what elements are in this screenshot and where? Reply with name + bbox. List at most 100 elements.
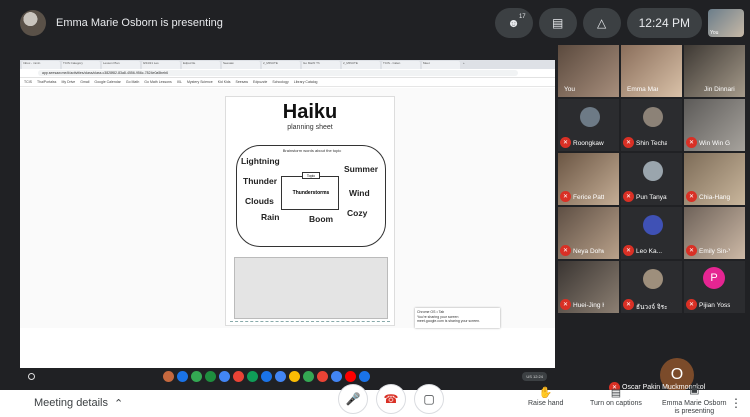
popup-line-3: meet.google.com is sharing your screen. xyxy=(417,319,481,324)
word-rain: Rain xyxy=(261,212,280,222)
screen-share-notification[interactable]: Chrome OS • Tab You're sharing your scre… xyxy=(415,308,500,328)
shelf-app-icon[interactable] xyxy=(275,371,286,382)
chat-button[interactable]: ▤ xyxy=(538,8,577,38)
camera-button[interactable]: ▢ xyxy=(414,384,444,414)
bookmark-item[interactable]: Gmail xyxy=(80,80,89,84)
self-label: You xyxy=(710,30,719,36)
bookmark-item[interactable]: IXL xyxy=(177,80,182,84)
address-text: app.seesaw.me/#/activities/class/class.c… xyxy=(38,70,518,76)
mic-off-icon: ✕ xyxy=(623,191,634,202)
gmail-icon[interactable] xyxy=(317,371,328,382)
browser-tab-strip: Inbox - mmin TCIS Category Lesson Plan 9/24… xyxy=(20,60,555,69)
participant-tile[interactable]: ✕ Roongkawin... xyxy=(558,99,619,151)
worksheet-border-decoration xyxy=(230,321,390,327)
docs-icon[interactable] xyxy=(331,371,342,382)
topic-tab: Topic xyxy=(302,172,320,179)
microphone-button[interactable]: 🎤 xyxy=(338,384,368,414)
bookmark-item[interactable]: ThaiPortalss xyxy=(37,80,56,84)
browser-tab[interactable]: 2_MINUTE xyxy=(262,61,300,69)
bookmark-item[interactable]: Edpuzzle xyxy=(253,80,267,84)
shelf-app-icon[interactable] xyxy=(247,371,258,382)
bookmark-item[interactable]: Seesaw xyxy=(236,80,248,84)
participant-tile[interactable]: You xyxy=(558,45,619,97)
mic-off-icon: ✕ xyxy=(560,245,571,256)
call-controls: 🎤 ☎ ▢ xyxy=(338,384,444,414)
bookmark-item[interactable]: Mystery Science xyxy=(187,80,213,84)
participant-initial: P xyxy=(703,267,725,289)
participant-tile[interactable]: ✕ Emily Sin-Yu... xyxy=(684,207,745,259)
shelf-app-icon[interactable] xyxy=(233,371,244,382)
participant-tile[interactable]: ✕ Ferice Pattar... xyxy=(558,153,619,205)
shelf-app-icon[interactable] xyxy=(289,371,300,382)
bookmark-item[interactable]: Library Catalog xyxy=(294,80,318,84)
participant-name: Huei-Jing H... xyxy=(573,302,604,309)
mic-off-icon: ✕ xyxy=(686,299,697,310)
shelf-app-icon[interactable] xyxy=(303,371,314,382)
system-tray[interactable]: US 12:24 xyxy=(522,372,547,381)
phone-hangup-icon: ☎ xyxy=(383,392,399,406)
bookmark-item[interactable]: Go Math xyxy=(126,80,139,84)
word-wind: Wind xyxy=(349,188,370,198)
meeting-details-label: Meeting details xyxy=(34,397,108,409)
browser-tab[interactable]: 9/24/21 Les xyxy=(142,61,180,69)
bookmark-item[interactable]: Kid Kids xyxy=(218,80,231,84)
browser-tab[interactable]: TCIS - Calen xyxy=(382,61,420,69)
participant-tile[interactable]: ✕ Huei-Jing H... xyxy=(558,261,619,313)
browser-tab[interactable]: Meet xyxy=(422,61,460,69)
bookmark-item[interactable]: My Drive xyxy=(61,80,75,84)
activities-icon: △ xyxy=(597,16,607,30)
launcher-icon[interactable] xyxy=(28,373,35,380)
captions-label: Turn on captions xyxy=(590,400,642,407)
browser-tab[interactable]: Inbox - mmin xyxy=(22,61,60,69)
shelf-app-icon[interactable] xyxy=(219,371,230,382)
participant-tile[interactable]: ✕ Shin Techav... xyxy=(621,99,682,151)
shelf-app-icon[interactable] xyxy=(177,371,188,382)
participant-tile[interactable]: ✕ ธันวงจ์ จิระบ... xyxy=(621,261,682,313)
shelf-app-icon[interactable] xyxy=(261,371,272,382)
camera-icon: ▢ xyxy=(423,392,435,406)
captions-icon: ▤ xyxy=(610,387,622,399)
browser-tab[interactable]: Edpuzzle xyxy=(182,61,220,69)
browser-tab[interactable]: Lesson Plan xyxy=(102,61,140,69)
bookmark-item[interactable]: TCIS xyxy=(24,80,32,84)
participant-name: Ferice Pattar... xyxy=(573,194,604,201)
brainstorm-cloud: Brainstorm words about the topic Topic T… xyxy=(236,145,386,247)
participant-tile[interactable]: ✕ Win Win Ga... xyxy=(684,99,745,151)
captions-button[interactable]: ▤ Turn on captions xyxy=(590,386,642,407)
people-button[interactable]: ☻ 17 xyxy=(494,8,533,38)
bookmark-item[interactable]: Google Calendar xyxy=(94,80,120,84)
activities-button[interactable]: △ xyxy=(582,8,621,38)
youtube-icon[interactable] xyxy=(345,371,356,382)
self-view-thumbnail[interactable]: You xyxy=(708,9,744,37)
presenting-button[interactable]: ▣ Emma Marie Osborn is presenting xyxy=(662,385,727,416)
play-icon[interactable] xyxy=(359,371,370,382)
meet-stage: Emma Marie Osborn is presenting ☻ 17 ▤ △ … xyxy=(0,0,750,393)
browser-tab[interactable]: 2_MINUTE xyxy=(342,61,380,69)
shelf-app-icon[interactable] xyxy=(205,371,216,382)
participant-tile[interactable]: P ✕ Pijian Yossa... xyxy=(684,261,745,313)
more-options-icon[interactable]: ⋮ xyxy=(730,396,742,410)
leave-call-button[interactable]: ☎ xyxy=(376,384,406,414)
bookmarks-bar: TCIS ThaiPortalss My Drive Gmail Google Cale… xyxy=(20,78,555,87)
raise-hand-button[interactable]: ✋ Raise hand xyxy=(528,386,563,407)
browser-tab[interactable]: + xyxy=(462,61,470,69)
participant-tile[interactable]: Emma Mari... xyxy=(621,45,682,97)
browser-tab[interactable]: TCIS Category xyxy=(62,61,100,69)
participant-tile[interactable]: ✕ Leo Ka... xyxy=(621,207,682,259)
mic-off-icon: ✕ xyxy=(560,191,571,202)
participant-name: Win Win Ga... xyxy=(699,140,730,147)
shelf-app-icon[interactable] xyxy=(191,371,202,382)
browser-tab[interactable]: Seesaw xyxy=(222,61,260,69)
meeting-details-button[interactable]: Meeting details ⌃ xyxy=(34,397,123,410)
participant-tile[interactable]: ✕ Neya Dohw... xyxy=(558,207,619,259)
browser-tab[interactable]: Go Math! Th xyxy=(302,61,340,69)
haiku-writing-area[interactable] xyxy=(234,257,388,319)
participant-tile[interactable]: Jin Dinnari... xyxy=(684,45,745,97)
shelf-app-icon[interactable] xyxy=(163,371,174,382)
word-boom: Boom xyxy=(309,214,334,224)
bookmark-item[interactable]: Go Math Lessons xyxy=(144,80,171,84)
presenter-bar: Emma Marie Osborn is presenting xyxy=(20,0,223,46)
bookmark-item[interactable]: Schoology xyxy=(272,80,288,84)
participant-tile[interactable]: ✕ Pun Tanyato... xyxy=(621,153,682,205)
participant-tile[interactable]: ✕ Chia-Hang C... xyxy=(684,153,745,205)
